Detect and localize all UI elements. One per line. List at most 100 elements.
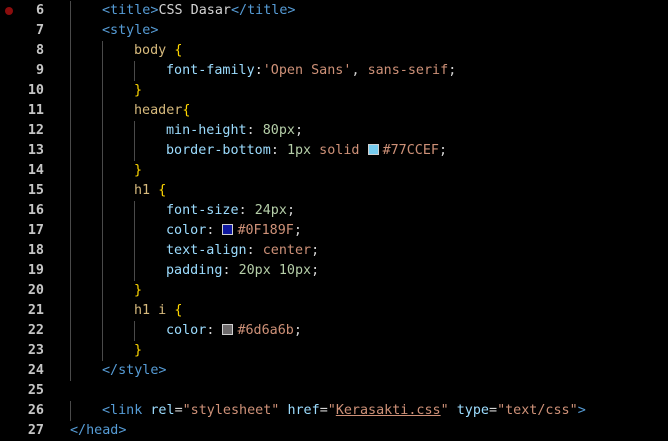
code-line[interactable]: 16 font-size: 24px; (0, 201, 668, 221)
token-selector: header (134, 103, 183, 118)
line-code: <style> (102, 21, 158, 41)
line-number: 10 (27, 83, 44, 98)
line-code: text-align: center; (166, 241, 319, 261)
line-number: 7 (35, 23, 44, 38)
token-text: = (174, 403, 183, 418)
token-tag: <title> (102, 3, 159, 18)
code-line[interactable]: 17 color: #0F189F; (0, 221, 668, 241)
line-number: 19 (27, 263, 44, 278)
code-line[interactable]: 25 (0, 381, 668, 401)
token-text: = (319, 403, 328, 418)
code-line[interactable]: 22 color: #6d6a6b; (0, 321, 668, 341)
token-string: " (327, 403, 336, 418)
code-line[interactable]: 24 </style> (0, 361, 668, 381)
code-line[interactable]: 19 padding: 20px 10px; (0, 261, 668, 281)
token-number: 24px (254, 203, 287, 218)
token-property: text-align (166, 243, 247, 258)
line-number: 14 (27, 163, 44, 178)
token-text: : (206, 223, 223, 238)
token-selector: body (134, 43, 167, 58)
token-property: font-family (166, 63, 255, 78)
code-line[interactable]: 12 min-height: 80px; (0, 121, 668, 141)
token-number: 1px (286, 143, 312, 158)
line-number: 18 (27, 243, 44, 258)
token-text: , (351, 63, 368, 78)
token-tag: </title> (231, 3, 296, 18)
line-code: font-size: 24px; (166, 201, 295, 221)
token-text: ; (293, 323, 302, 338)
token-text: = (489, 403, 498, 418)
line-code: font-family:'Open Sans', sans-serif; (166, 61, 456, 81)
line-code: h1 i { (134, 301, 182, 321)
token-property: color (166, 323, 207, 338)
line-number: 6 (35, 3, 44, 18)
token-property: padding (166, 263, 223, 278)
token-text: : (222, 263, 239, 278)
code-line[interactable]: 11 header{ (0, 101, 668, 121)
token-property: min-height (166, 123, 247, 138)
token-property: rel (150, 403, 175, 418)
token-text: ; (439, 143, 448, 158)
token-value: sans-serif (367, 63, 449, 78)
token-value: solid (311, 143, 368, 158)
token-brace: } (134, 163, 143, 178)
line-number: 8 (35, 43, 44, 58)
code-line[interactable]: 13 border-bottom: 1px solid #77CCEF; (0, 141, 668, 161)
line-code: h1 { (134, 181, 166, 201)
token-string: "text/css" (497, 403, 578, 418)
line-code: } (134, 281, 142, 301)
color-swatch[interactable] (222, 223, 234, 235)
token-tag: <link (102, 403, 143, 418)
code-line[interactable]: 27 </head> (0, 421, 668, 441)
code-line[interactable]: 9 font-family:'Open Sans', sans-serif; (0, 61, 668, 81)
line-code: color: #6d6a6b; (166, 321, 302, 341)
code-editor[interactable]: 6 <title>CSS Dasar</title> 7 <style> 8 body {… (0, 0, 668, 438)
code-line[interactable]: 15 h1 { (0, 181, 668, 201)
line-number: 9 (35, 63, 44, 78)
token-text: : (254, 63, 263, 78)
token-value: #0F189F (237, 223, 294, 238)
line-code: <title>CSS Dasar</title> (102, 1, 296, 21)
token-link[interactable]: Kerasakti.css (336, 403, 441, 418)
code-line[interactable]: 18 text-align: center; (0, 241, 668, 261)
line-number: 22 (27, 323, 44, 338)
token-brace: { (158, 183, 167, 198)
code-line[interactable]: 6 <title>CSS Dasar</title> (0, 1, 668, 21)
token-text: ; (295, 123, 304, 138)
line-code: min-height: 80px; (166, 121, 303, 141)
line-number: 23 (27, 343, 44, 358)
token-brace: { (182, 103, 191, 118)
line-number: 20 (27, 283, 44, 298)
line-number: 15 (27, 183, 44, 198)
token-text: : (238, 203, 255, 218)
line-number: 17 (27, 223, 44, 238)
token-text: ; (311, 243, 320, 258)
token-property: font-size (166, 203, 239, 218)
token-string: " (440, 403, 449, 418)
token-number: 20px (238, 263, 271, 278)
token-number: 80px (262, 123, 295, 138)
color-swatch[interactable] (222, 323, 234, 335)
code-line[interactable]: 21 h1 i { (0, 301, 668, 321)
code-line[interactable]: 20} (0, 281, 668, 301)
line-number: 16 (27, 203, 44, 218)
code-line[interactable]: 23} (0, 341, 668, 361)
token-value: #6d6a6b (237, 323, 294, 338)
token-property: type (456, 403, 489, 418)
token-brace: } (134, 283, 143, 298)
token-selector: h1 (134, 183, 151, 198)
token-tag: > (577, 403, 586, 418)
line-code: color: #0F189F; (166, 221, 302, 241)
code-line[interactable]: 7 <style> (0, 21, 668, 41)
code-line[interactable]: 26 <link rel="stylesheet" href="Kerasakti… (0, 401, 668, 421)
code-line[interactable]: 14} (0, 161, 668, 181)
color-swatch[interactable] (367, 143, 379, 155)
line-code: } (134, 341, 142, 361)
token-text: ; (286, 203, 295, 218)
token-property: border-bottom (166, 143, 271, 158)
token-brace: } (134, 83, 143, 98)
code-line[interactable]: 8 body { (0, 41, 668, 61)
code-line[interactable]: 10} (0, 81, 668, 101)
